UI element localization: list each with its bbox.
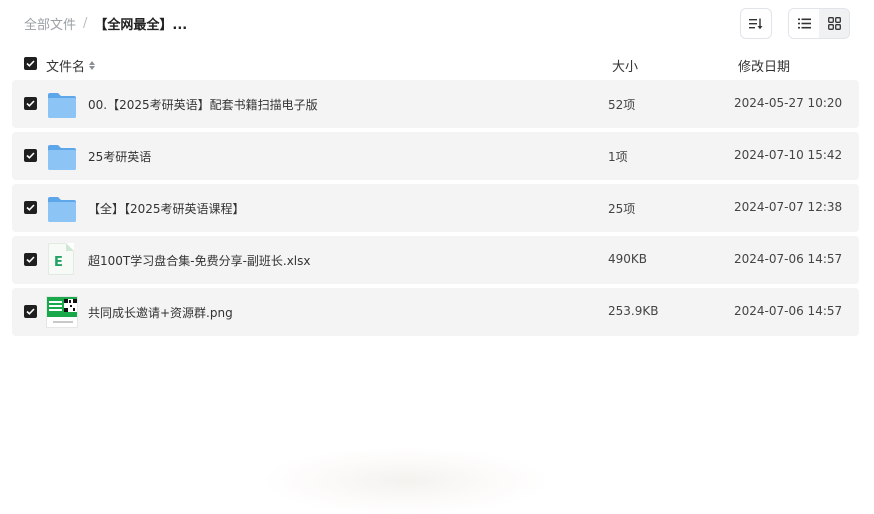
checkmark-icon [26,308,35,315]
file-row[interactable]: 25考研英语 1项 2024-07-10 15:42 [12,132,859,180]
checkmark-icon [26,204,35,211]
view-toggle [788,8,850,39]
file-row[interactable]: 共同成长邀请+资源群.png 253.9KB 2024-07-06 14:57 [12,288,859,336]
column-header-date: 修改日期 [738,60,791,75]
row-checkbox[interactable] [24,149,37,162]
row-checkbox[interactable] [24,201,37,214]
column-name-label: 文件名 [46,60,86,75]
checkmark-icon [26,256,35,263]
file-date: 2024-07-06 14:57 [734,252,843,266]
file-name[interactable]: 超100T学习盘合集-免费分享-副班长.xlsx [88,252,311,269]
sort-arrows-icon [89,61,96,70]
breadcrumb: 全部文件 / 【全网最全】... [24,14,187,33]
file-row[interactable]: 【全】【2025考研英语课程】 25项 2024-07-07 12:38 [12,184,859,232]
breadcrumb-current-folder: 【全网最全】... [94,18,188,33]
folder-icon [48,145,76,170]
sort-descending-icon [749,18,763,29]
file-list-header: 文件名 大小 修改日期 [0,48,874,80]
row-checkbox[interactable] [24,253,37,266]
file-size: 1项 [608,150,628,164]
checkmark-icon [26,60,35,67]
file-name[interactable]: 00.【2025考研英语】配套书籍扫描电子版 [88,96,318,113]
file-list: 00.【2025考研英语】配套书籍扫描电子版 52项 2024-05-27 10… [12,80,859,340]
folder-icon [48,197,76,222]
checkmark-icon [26,100,35,107]
file-date: 2024-07-10 15:42 [734,148,843,162]
top-bar: 全部文件 / 【全网最全】... [0,0,874,48]
row-checkbox[interactable] [24,305,37,318]
file-name[interactable]: 【全】【2025考研英语课程】 [88,200,245,217]
breadcrumb-separator: / [83,16,88,31]
select-all-checkbox[interactable] [24,57,37,70]
background-fade-decoration [265,448,545,514]
image-thumbnail-icon [46,296,78,328]
column-header-size: 大小 [612,60,639,75]
file-size: 490KB [608,252,648,266]
file-date: 2024-07-06 14:57 [734,304,843,318]
sort-button[interactable] [740,8,772,39]
folder-icon [48,93,76,118]
row-checkbox[interactable] [24,97,37,110]
file-size: 253.9KB [608,304,659,318]
file-size: 25项 [608,202,636,216]
list-view-button[interactable] [789,9,819,38]
breadcrumb-root-link[interactable]: 全部文件 [24,14,76,33]
file-row[interactable]: 00.【2025考研英语】配套书籍扫描电子版 52项 2024-05-27 10… [12,80,859,128]
file-row[interactable]: E 超100T学习盘合集-免费分享-副班长.xlsx 490KB 2024-07… [12,236,859,284]
file-name[interactable]: 共同成长邀请+资源群.png [88,304,233,321]
file-date: 2024-05-27 10:20 [734,96,843,110]
excel-letter: E [54,255,63,270]
grid-view-button[interactable] [819,9,849,38]
file-date: 2024-07-07 12:38 [734,200,843,214]
file-size: 52项 [608,98,636,112]
file-name[interactable]: 25考研英语 [88,148,151,165]
grid-view-icon [827,17,841,30]
excel-file-icon: E [48,243,74,275]
list-view-icon [797,18,811,29]
column-header-name[interactable]: 文件名 [46,56,96,75]
checkmark-icon [26,152,35,159]
